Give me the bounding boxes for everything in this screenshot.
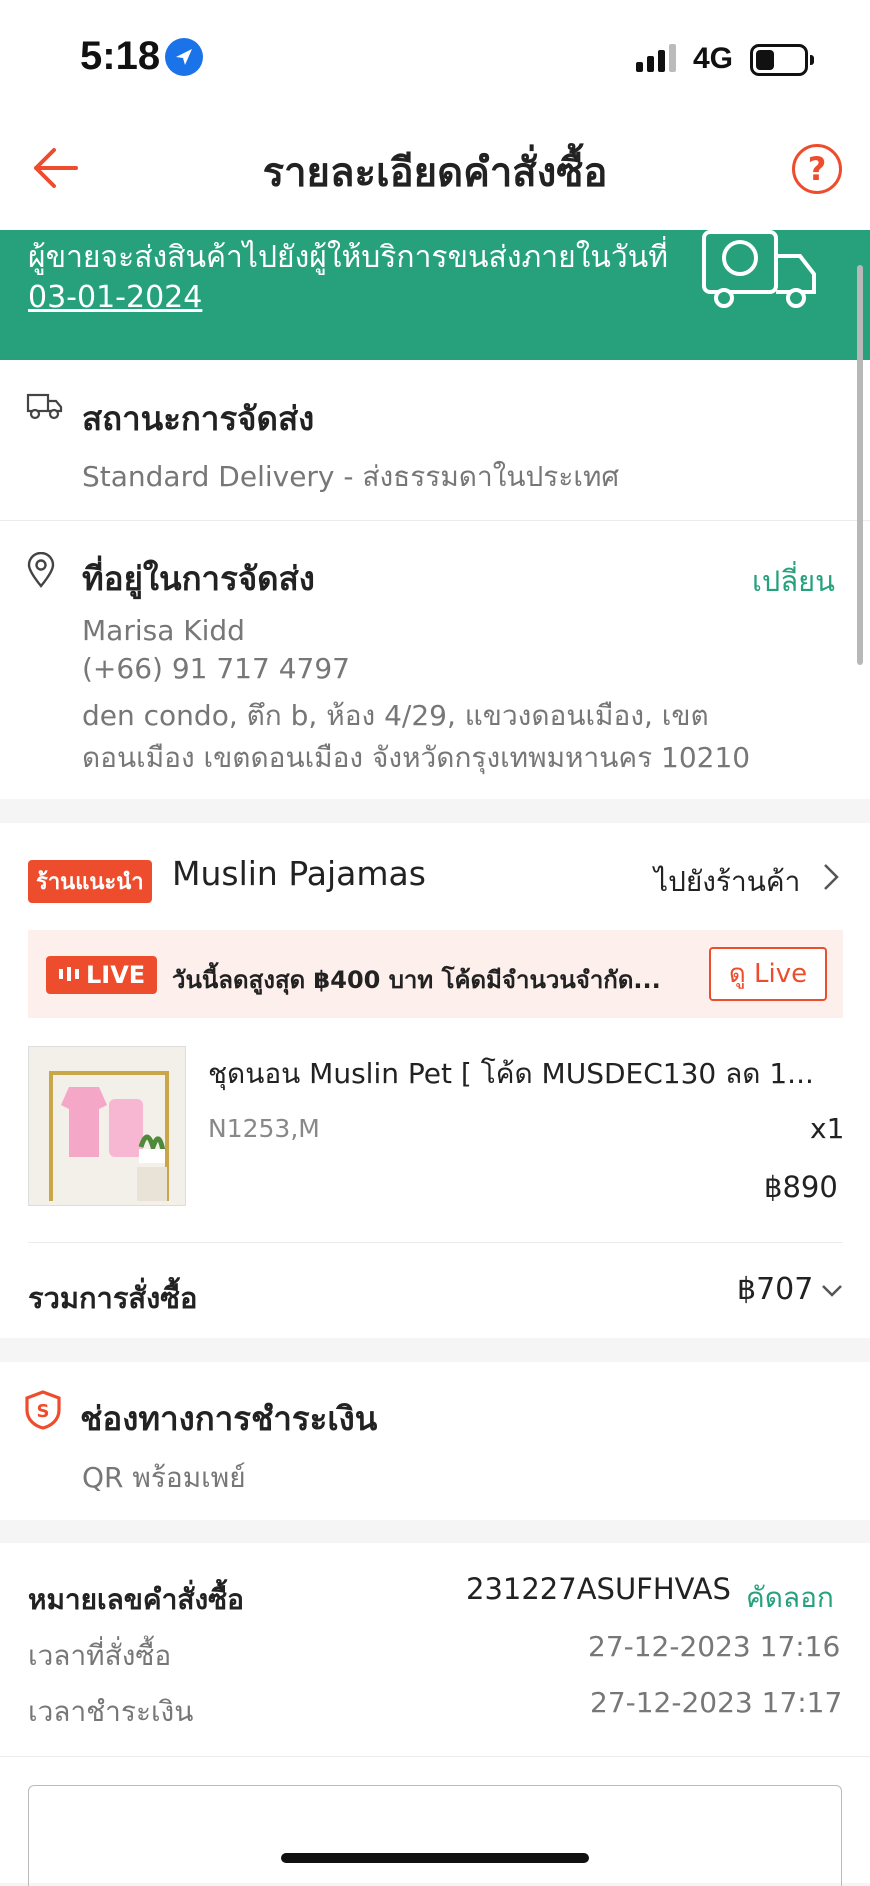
help-icon[interactable]: ? [792, 144, 842, 194]
order-time-value: 27-12-2023 17:16 [588, 1630, 841, 1663]
banner-text: ผู้ขายจะส่งสินค้าไปยังผู้ให้บริการขนส่งภ… [28, 240, 668, 275]
truck-illustration-icon [700, 230, 820, 326]
divider [28, 1242, 843, 1243]
scrollbar[interactable] [857, 265, 863, 665]
recommended-shop-badge: ร้านแนะนำ [28, 860, 152, 903]
product-image[interactable] [28, 1046, 186, 1206]
address-line-1: den condo, ตึก b, ห้อง 4/29, แขวงดอนเมือ… [82, 699, 709, 732]
cellular-signal-icon [636, 44, 680, 72]
recipient-name: Marisa Kidd [82, 614, 245, 647]
chevron-right-icon[interactable] [822, 862, 840, 896]
order-number-value: 231227ASUFHVAS [466, 1572, 731, 1606]
battery-icon [750, 44, 814, 76]
product-quantity: x1 [810, 1112, 845, 1145]
product-name[interactable]: ชุดนอน Muslin Pet [ โค้ด MUSDEC130 ลด 1.… [208, 1052, 814, 1096]
copy-order-number-button[interactable]: คัดลอก [746, 1576, 834, 1620]
payment-time-value: 27-12-2023 17:17 [590, 1686, 843, 1719]
payment-title: ช่องทางการชำระเงิน [80, 1399, 378, 1438]
order-total-label: รวมการสั่งซื้อ [28, 1281, 198, 1315]
product-variant: N1253,M [208, 1114, 320, 1143]
home-indicator[interactable] [281, 1853, 589, 1863]
truck-icon [26, 392, 64, 426]
go-to-shop-link[interactable]: ไปยังร้านค้า [654, 860, 800, 904]
location-pin-icon [26, 551, 56, 592]
network-type: 4G [693, 42, 734, 75]
product-price: ฿890 [764, 1170, 838, 1204]
order-time-label: เวลาที่สั่งซื้อ [28, 1639, 172, 1672]
shipping-status-title: สถานะการจัดส่ง [82, 399, 315, 438]
live-promo-text: วันนี้ลดสูงสุด ฿400 บาท โค้ดมีจำนวนจำกัด… [172, 966, 661, 994]
change-address-button[interactable]: เปลี่ยน [752, 558, 835, 604]
delivery-banner: ผู้ขายจะส่งสินค้าไปยังผู้ให้บริการขนส่งภ… [0, 230, 870, 360]
watch-live-button[interactable]: ดู Live [709, 947, 827, 1001]
live-badge-label: LIVE [86, 961, 146, 989]
shop-name[interactable]: Muslin Pajamas [172, 854, 426, 893]
order-number-label: หมายเลขคำสั่งซื้อ [28, 1583, 244, 1616]
order-total-value[interactable]: ฿707 [737, 1272, 813, 1307]
payment-time-label: เวลาชำระเงิน [28, 1695, 194, 1728]
banner-message: ผู้ขายจะส่งสินค้าไปยังผู้ให้บริการขนส่งภ… [28, 238, 668, 318]
svg-text:S: S [37, 1401, 50, 1422]
location-arrow-icon [165, 38, 203, 76]
recipient-phone: (+66) 91 717 4797 [82, 652, 350, 685]
banner-date: 03-01-2024 [28, 280, 203, 315]
status-time: 5:18 [80, 34, 161, 78]
address-title: ที่อยู่ในการจัดส่ง [82, 559, 315, 598]
live-badge: LIVE [46, 956, 158, 994]
page-title: รายละเอียดคำสั่งซื้อ [262, 150, 608, 196]
address-line-2: ดอนเมือง เขตดอนเมือง จังหวัดกรุงเทพมหานค… [82, 741, 751, 774]
live-bars-icon [58, 956, 80, 994]
action-button-outline[interactable] [28, 1785, 842, 1886]
payment-method: QR พร้อมเพย์ [82, 1461, 246, 1494]
chevron-down-icon[interactable] [820, 1283, 844, 1303]
shopee-shield-icon: S [24, 1390, 62, 1434]
shipping-method: Standard Delivery - ส่งธรรมดาในประเทศ [82, 460, 620, 493]
